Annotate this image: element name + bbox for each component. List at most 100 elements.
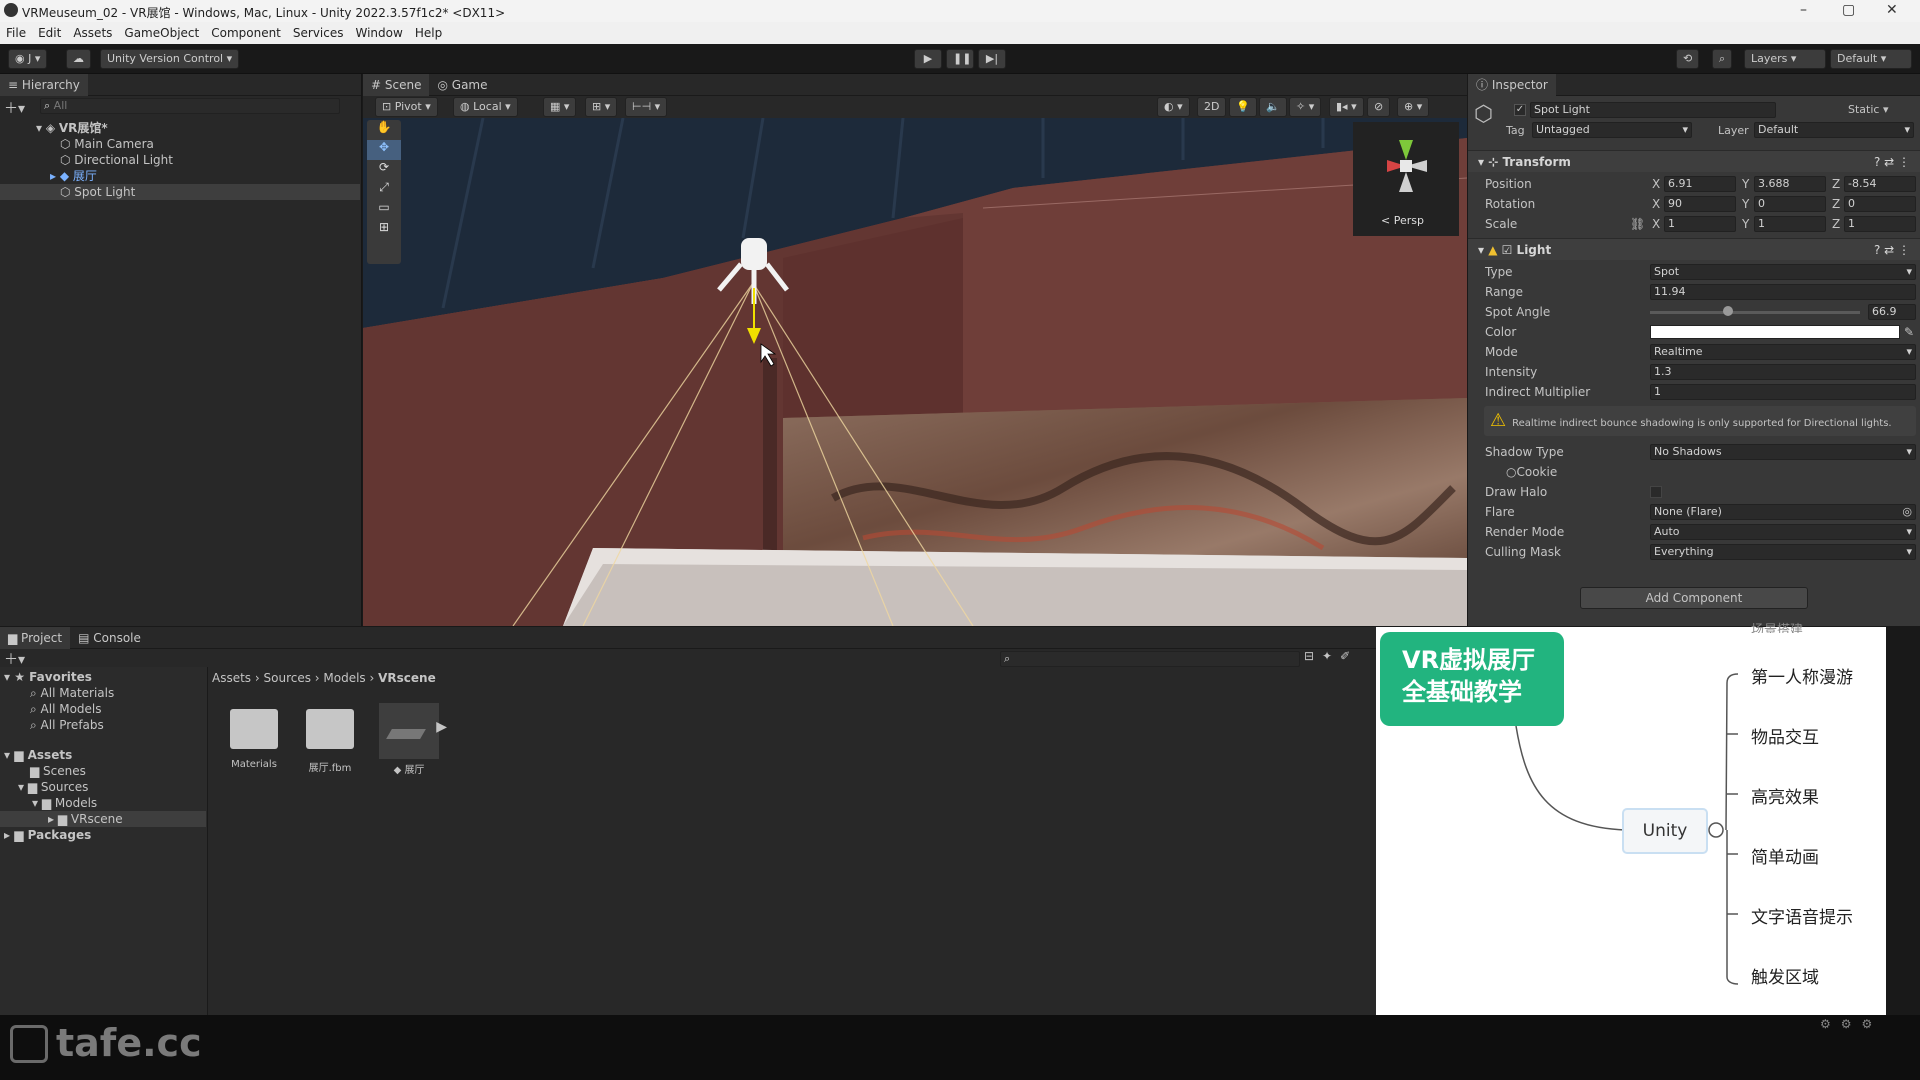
pivot-dropdown[interactable]: ⊡ Pivot ▾	[375, 97, 438, 117]
hand-tool-icon[interactable]: ✋	[367, 120, 401, 140]
component-menu-icon[interactable]: ? ⇄ ⋮	[1874, 239, 1910, 261]
range-field[interactable]: 11.94	[1650, 284, 1916, 300]
cookie-foldout[interactable]: ○Cookie	[1506, 462, 1557, 482]
history-button[interactable]: ⟲	[1676, 49, 1700, 69]
breadcrumb-sources[interactable]: Sources	[264, 671, 311, 685]
scene-viewport[interactable]: ✋ ✥ ⟳ ⤢ ▭ ⊞ < Persp	[363, 118, 1467, 626]
hierarchy-item-main-camera[interactable]: ⬡ Main Camera	[0, 136, 360, 152]
tag-dropdown[interactable]: Untagged ▾	[1532, 122, 1692, 138]
static-toggle[interactable]: Static ▾	[1848, 103, 1888, 116]
step-button[interactable]: ▶|	[978, 49, 1006, 69]
camera-settings-button[interactable]: ▮◂ ▾	[1329, 97, 1364, 117]
version-control-button[interactable]: Unity Version Control ▾	[100, 49, 240, 69]
asset-materials[interactable]: Materials	[226, 709, 282, 770]
shadow-dropdown[interactable]: No Shadows ▾	[1650, 444, 1916, 460]
rotation-x-field[interactable]: 90	[1664, 196, 1736, 212]
position-x-field[interactable]: 6.91	[1664, 176, 1736, 192]
layout-dropdown[interactable]: Default ▾	[1830, 49, 1912, 69]
culling-dropdown[interactable]: Everything ▾	[1650, 544, 1916, 560]
account-button[interactable]: ◉ J ▾	[8, 49, 48, 69]
fav-all-prefabs[interactable]: ⌕ All Prefabs	[30, 717, 104, 733]
tab-inspector[interactable]: ⓘ Inspector	[1468, 74, 1556, 96]
minimize-icon[interactable]: –	[1800, 2, 1807, 18]
spot-angle-field[interactable]: 66.9	[1868, 304, 1916, 320]
spot-angle-slider-track[interactable]	[1650, 311, 1860, 314]
orientation-gizmo[interactable]: < Persp	[1353, 122, 1459, 236]
packages-folder[interactable]: ▸ ▆ Packages	[4, 827, 91, 843]
menu-file[interactable]: File	[6, 26, 26, 40]
add-object-button[interactable]: ＋▾	[4, 98, 25, 118]
hierarchy-scene-root[interactable]: ▾ ◈ VR展馆*	[0, 120, 360, 136]
assets-folder[interactable]: ▾ ▆ Assets	[4, 747, 72, 763]
asset-hall-model[interactable]: ▶ ◆ 展厅	[376, 703, 447, 776]
gizmos-dropdown[interactable]: ⊕ ▾	[1397, 97, 1430, 117]
rotation-y-field[interactable]: 0	[1754, 196, 1826, 212]
models-folder[interactable]: ▾ ▆ Models	[32, 795, 97, 811]
ruler-button[interactable]: ⊢⊣ ▾	[625, 97, 668, 117]
scale-tool-icon[interactable]: ⤢	[367, 180, 401, 200]
menu-assets[interactable]: Assets	[73, 26, 112, 40]
tab-console[interactable]: ▤ Console	[70, 627, 149, 649]
hierarchy-search-input[interactable]: ⌕ All	[40, 98, 340, 114]
tab-game[interactable]: ◎ Game	[429, 74, 495, 96]
maximize-icon[interactable]: ▢	[1842, 2, 1855, 18]
light-enabled-checkbox[interactable]: ☑	[1502, 243, 1517, 257]
position-y-field[interactable]: 3.688	[1754, 176, 1826, 192]
position-z-field[interactable]: -8.54	[1844, 176, 1916, 192]
menu-edit[interactable]: Edit	[38, 26, 61, 40]
color-swatch[interactable]	[1650, 325, 1900, 339]
breadcrumb-models[interactable]: Models	[323, 671, 365, 685]
favorites-folder[interactable]: ▾ ★ Favorites	[4, 669, 92, 685]
scale-y-field[interactable]: 1	[1754, 216, 1826, 232]
hierarchy-item-hall[interactable]: ▸ ◆ 展厅	[0, 168, 360, 184]
menu-window[interactable]: Window	[356, 26, 403, 40]
sources-folder[interactable]: ▾ ▆ Sources	[18, 779, 88, 795]
add-component-button[interactable]: Add Component	[1580, 587, 1808, 609]
light-header[interactable]: ▾ ▲ ☑ Light ? ⇄ ⋮	[1468, 238, 1920, 260]
rect-tool-icon[interactable]: ▭	[367, 200, 401, 220]
projection-label[interactable]: < Persp	[1381, 214, 1424, 227]
menu-gameobject[interactable]: GameObject	[124, 26, 199, 40]
tab-hierarchy[interactable]: ≡ Hierarchy	[0, 74, 88, 96]
menu-component[interactable]: Component	[211, 26, 281, 40]
play-button[interactable]: ▶	[914, 49, 942, 69]
link-icon[interactable]: ⛓	[1630, 214, 1645, 234]
transform-tool-icon[interactable]: ⊞	[367, 220, 401, 240]
cloud-button[interactable]: ☁	[66, 49, 91, 69]
active-checkbox[interactable]: ✓	[1514, 104, 1526, 116]
breadcrumb-vrscene[interactable]: VRscene	[378, 671, 436, 685]
draw-mode-button[interactable]: ◐ ▾	[1157, 97, 1190, 117]
create-asset-button[interactable]: ＋▾	[4, 649, 25, 669]
2d-toggle[interactable]: 2D	[1197, 97, 1227, 117]
close-icon[interactable]: ✕	[1886, 2, 1898, 18]
intensity-field[interactable]: 1.3	[1650, 364, 1916, 380]
fav-all-models[interactable]: ⌕ All Models	[30, 701, 102, 717]
grid-snap-button[interactable]: ▦ ▾	[543, 97, 577, 117]
component-menu-icon[interactable]: ? ⇄ ⋮	[1874, 151, 1910, 173]
tab-project[interactable]: ▆ Project	[0, 627, 71, 649]
object-name-field[interactable]: Spot Light	[1530, 102, 1776, 118]
rotate-tool-icon[interactable]: ⟳	[367, 160, 401, 180]
tab-scene[interactable]: # Scene	[363, 74, 430, 96]
mode-dropdown[interactable]: Realtime ▾	[1650, 344, 1916, 360]
fav-all-materials[interactable]: ⌕ All Materials	[30, 685, 114, 701]
project-filter-icons[interactable]: ⊟✦✐	[1304, 649, 1358, 663]
vrscene-folder[interactable]: ▸ ▆ VRscene	[0, 811, 206, 827]
audio-toggle[interactable]: 🔈	[1259, 97, 1287, 117]
object-picker-icon[interactable]: ◎	[1902, 505, 1915, 519]
menu-help[interactable]: Help	[415, 26, 442, 40]
flare-field[interactable]: None (Flare) ◎	[1650, 504, 1916, 520]
scale-z-field[interactable]: 1	[1844, 216, 1916, 232]
hierarchy-item-directional-light[interactable]: ⬡ Directional Light	[0, 152, 360, 168]
menu-services[interactable]: Services	[293, 26, 344, 40]
rotation-z-field[interactable]: 0	[1844, 196, 1916, 212]
breadcrumb-assets[interactable]: Assets	[212, 671, 251, 685]
light-type-dropdown[interactable]: Spot ▾	[1650, 264, 1916, 280]
hidden-objects-toggle[interactable]: ⊘	[1367, 97, 1391, 117]
asset-hall-fbm[interactable]: 展厅.fbm	[302, 709, 358, 774]
render-mode-dropdown[interactable]: Auto ▾	[1650, 524, 1916, 540]
layers-dropdown[interactable]: Layers ▾	[1744, 49, 1826, 69]
eyedropper-icon[interactable]: ✎	[1904, 322, 1914, 342]
transform-header[interactable]: ▾ ⊹ Transform ? ⇄ ⋮	[1468, 150, 1920, 172]
search-button[interactable]: ⌕	[1712, 49, 1733, 69]
